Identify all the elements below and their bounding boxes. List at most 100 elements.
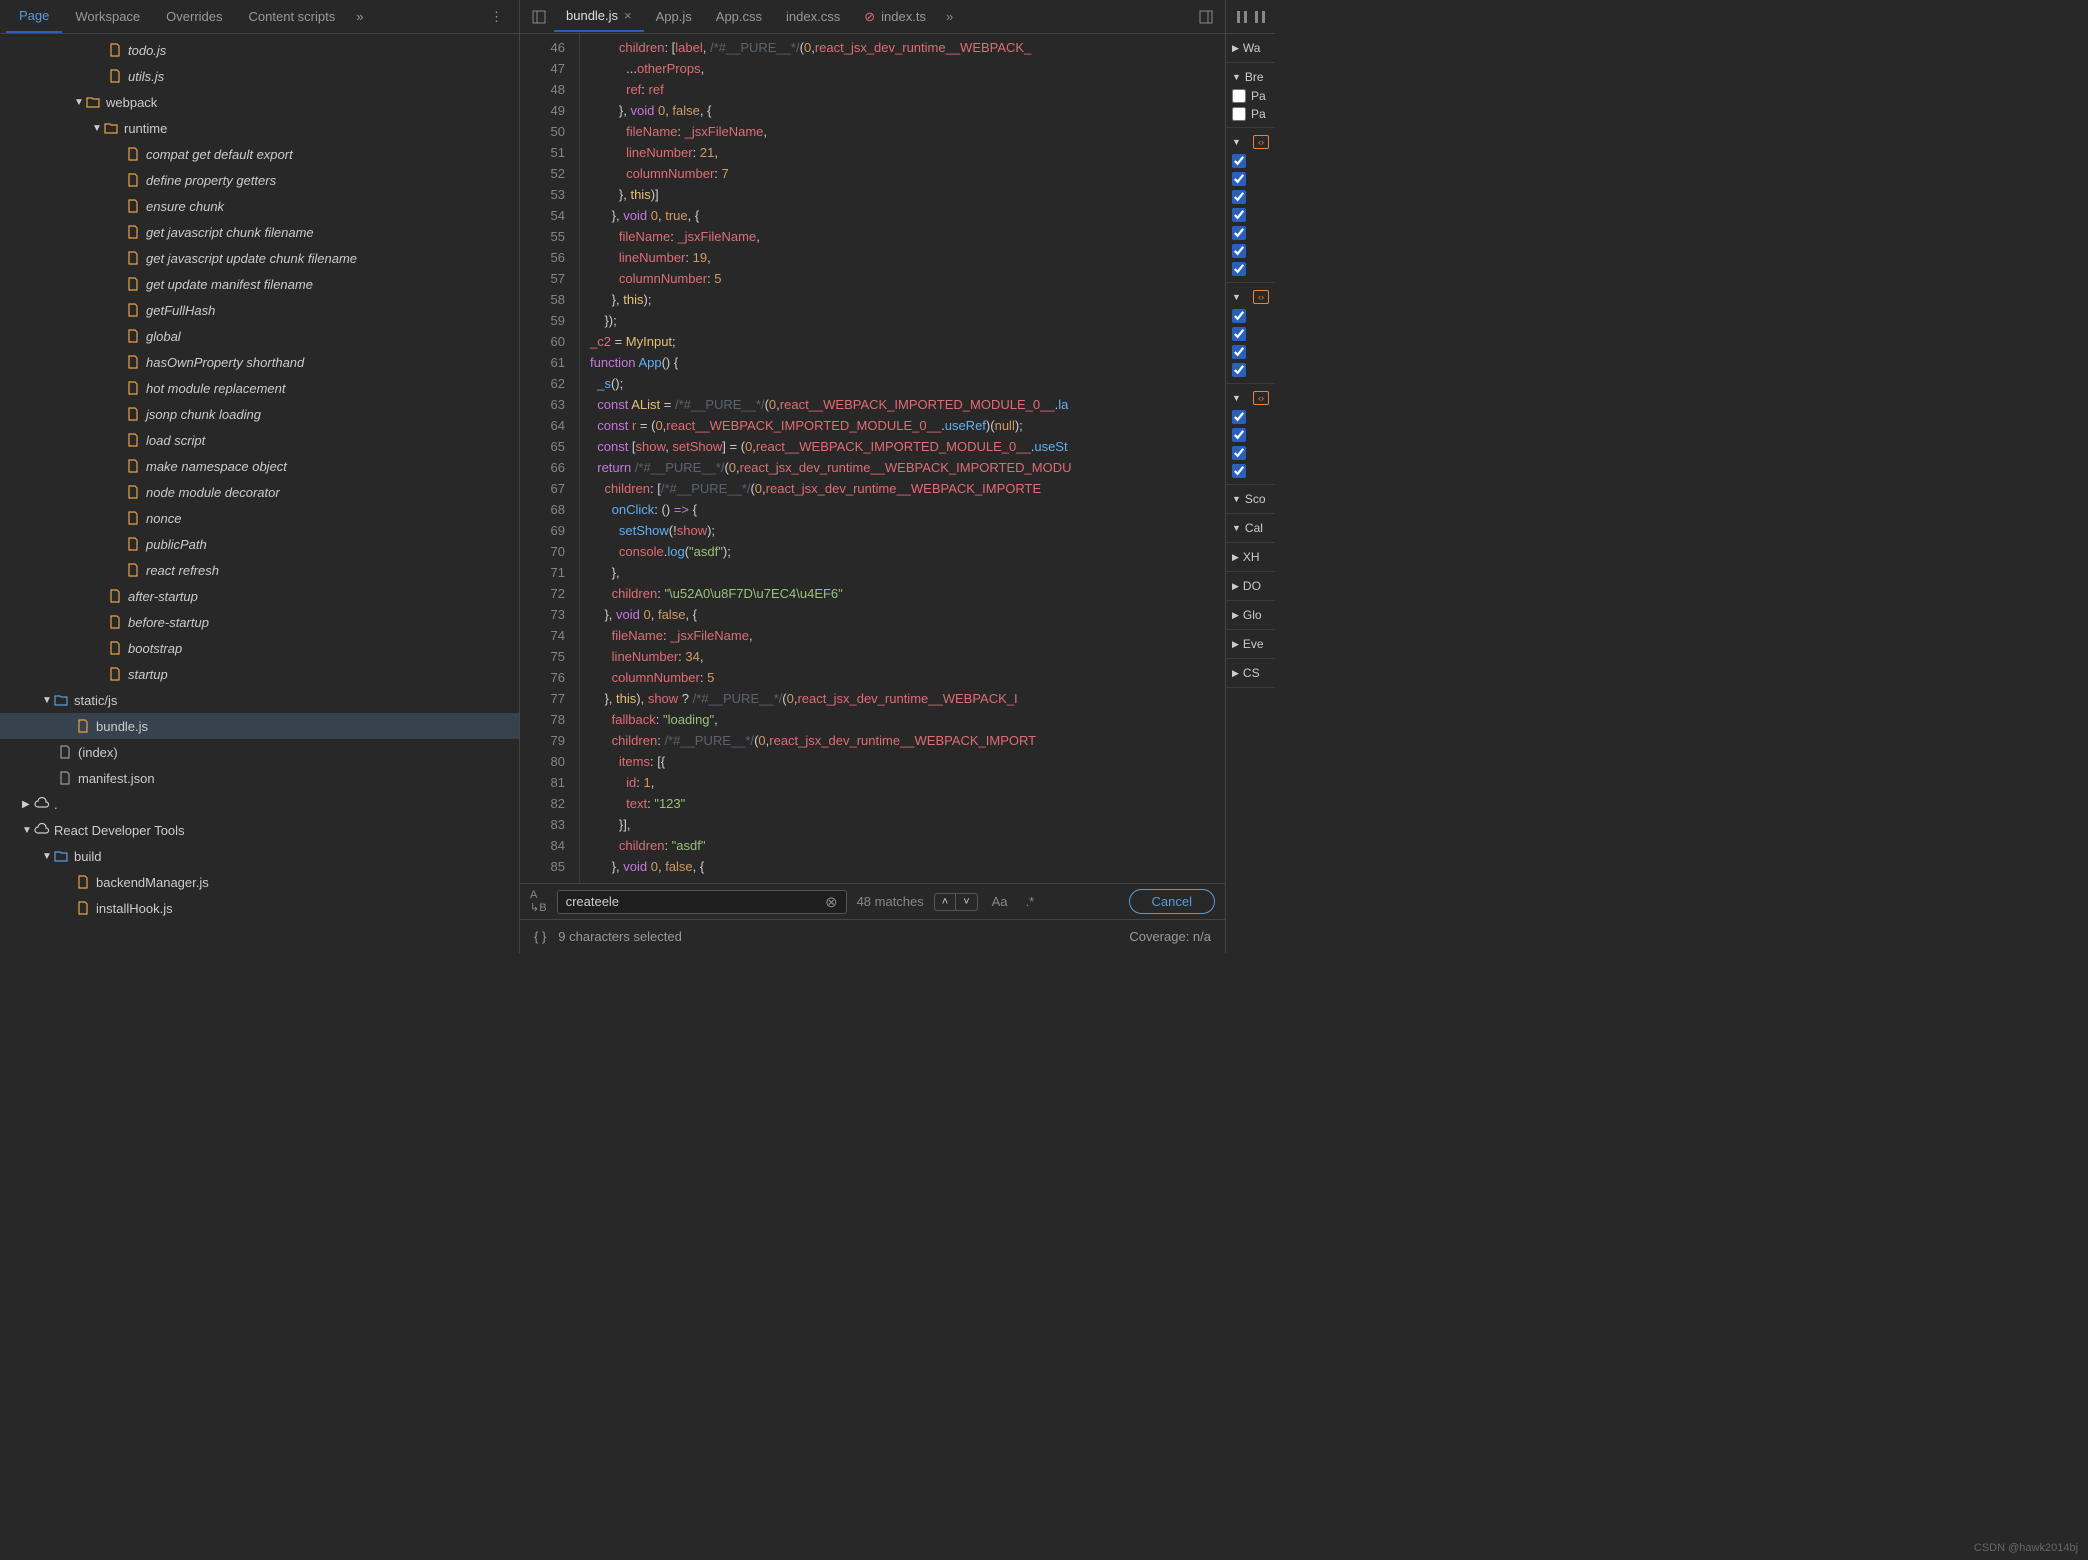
debugger-section[interactable]: ▶DO <box>1226 572 1275 601</box>
search-replace-icon[interactable]: A↳B <box>530 889 547 914</box>
checkbox-row[interactable] <box>1232 206 1269 224</box>
tree-item[interactable]: react refresh <box>0 557 519 583</box>
tree-item[interactable]: installHook.js <box>0 895 519 921</box>
checkbox-row[interactable] <box>1232 307 1269 325</box>
editor-tab[interactable]: bundle.js× <box>554 1 644 32</box>
tree-item[interactable]: utils.js <box>0 63 519 89</box>
tree-item[interactable]: (index) <box>0 739 519 765</box>
checkbox[interactable] <box>1232 428 1246 442</box>
tree-item[interactable]: ▶. <box>0 791 519 817</box>
code-editor[interactable]: 4647484950515253545556575859606162636465… <box>520 34 1225 883</box>
section-arrow-icon[interactable]: ▶ <box>1232 610 1239 621</box>
checkbox-row[interactable] <box>1232 325 1269 343</box>
checkbox[interactable] <box>1232 89 1246 103</box>
search-cancel-button[interactable]: Cancel <box>1129 889 1215 914</box>
section-arrow-icon[interactable]: ▼ <box>1232 72 1241 82</box>
checkbox[interactable] <box>1232 190 1246 204</box>
checkbox[interactable] <box>1232 244 1246 258</box>
debugger-section[interactable]: ▼‹› <box>1226 384 1275 485</box>
tree-item[interactable]: jsonp chunk loading <box>0 401 519 427</box>
section-arrow-icon[interactable]: ▼ <box>1232 393 1241 403</box>
checkbox-row[interactable] <box>1232 260 1269 278</box>
section-arrow-icon[interactable]: ▶ <box>1232 639 1239 650</box>
checkbox[interactable] <box>1232 410 1246 424</box>
nav-menu-icon[interactable]: ⋮ <box>480 9 513 25</box>
editor-tab[interactable]: App.js <box>644 1 704 32</box>
checkbox[interactable] <box>1232 309 1246 323</box>
checkbox-row[interactable] <box>1232 242 1269 260</box>
tree-item[interactable]: load script <box>0 427 519 453</box>
checkbox-row[interactable] <box>1232 361 1269 379</box>
debugger-section[interactable]: ▼‹› <box>1226 283 1275 384</box>
checkbox-row[interactable] <box>1232 188 1269 206</box>
tree-item[interactable]: bootstrap <box>0 635 519 661</box>
tree-item[interactable]: before-startup <box>0 609 519 635</box>
tree-arrow-icon[interactable]: ▼ <box>22 825 32 836</box>
search-prev-icon[interactable]: ˄ <box>935 894 956 910</box>
debugger-section[interactable]: ▶Glo <box>1226 601 1275 630</box>
search-regex-toggle[interactable]: .* <box>1022 894 1039 909</box>
checkbox-row[interactable] <box>1232 343 1269 361</box>
tree-item[interactable]: get javascript update chunk filename <box>0 245 519 271</box>
checkbox[interactable] <box>1232 262 1246 276</box>
pause-icon[interactable] <box>1236 10 1248 24</box>
tree-item[interactable]: get javascript chunk filename <box>0 219 519 245</box>
nav-tab-page[interactable]: Page <box>6 0 62 33</box>
checkbox-row[interactable] <box>1232 462 1269 480</box>
toggle-navigator-icon[interactable] <box>524 10 554 24</box>
checkbox[interactable] <box>1232 327 1246 341</box>
pause-icon-2[interactable] <box>1254 10 1266 24</box>
toggle-debugger-icon[interactable] <box>1191 10 1221 24</box>
editor-tab[interactable]: index.css <box>774 1 852 32</box>
checkbox-row[interactable] <box>1232 426 1269 444</box>
search-clear-icon[interactable]: ⊗ <box>825 893 838 911</box>
checkbox[interactable] <box>1232 154 1246 168</box>
nav-tab-contentscripts[interactable]: Content scripts <box>236 1 349 32</box>
checkbox-row[interactable] <box>1232 224 1269 242</box>
tree-arrow-icon[interactable]: ▼ <box>42 695 52 706</box>
nav-tabs-more-icon[interactable]: » <box>348 9 371 24</box>
checkbox-row[interactable] <box>1232 444 1269 462</box>
search-input[interactable] <box>566 894 825 909</box>
tree-item[interactable]: hot module replacement <box>0 375 519 401</box>
checkbox-row[interactable]: Pa <box>1232 87 1269 105</box>
checkbox[interactable] <box>1232 208 1246 222</box>
tree-item[interactable]: hasOwnProperty shorthand <box>0 349 519 375</box>
section-arrow-icon[interactable]: ▼ <box>1232 137 1241 147</box>
tree-item[interactable]: ▼static/js <box>0 687 519 713</box>
debugger-section[interactable]: ▼BrePaPa <box>1226 63 1275 128</box>
checkbox[interactable] <box>1232 107 1246 121</box>
debugger-section[interactable]: ▶XH <box>1226 543 1275 572</box>
search-next-icon[interactable]: ˅ <box>956 894 976 910</box>
debugger-section[interactable]: ▼Sco <box>1226 485 1275 514</box>
tree-item[interactable]: ▼React Developer Tools <box>0 817 519 843</box>
tree-item[interactable]: todo.js <box>0 37 519 63</box>
tree-item[interactable]: backendManager.js <box>0 869 519 895</box>
section-arrow-icon[interactable]: ▶ <box>1232 581 1239 592</box>
checkbox-row[interactable] <box>1232 170 1269 188</box>
tree-item[interactable]: ▼webpack <box>0 89 519 115</box>
tree-arrow-icon[interactable]: ▼ <box>42 851 52 862</box>
checkbox[interactable] <box>1232 226 1246 240</box>
tree-item[interactable]: publicPath <box>0 531 519 557</box>
tree-item[interactable]: nonce <box>0 505 519 531</box>
section-arrow-icon[interactable]: ▶ <box>1232 43 1239 54</box>
section-arrow-icon[interactable]: ▼ <box>1232 494 1241 504</box>
editor-tab[interactable]: App.css <box>704 1 774 32</box>
section-arrow-icon[interactable]: ▼ <box>1232 523 1241 533</box>
search-case-toggle[interactable]: Aa <box>988 894 1012 909</box>
section-arrow-icon[interactable]: ▶ <box>1232 552 1239 563</box>
tree-item[interactable]: global <box>0 323 519 349</box>
section-arrow-icon[interactable]: ▶ <box>1232 668 1239 679</box>
tree-item[interactable]: get update manifest filename <box>0 271 519 297</box>
checkbox[interactable] <box>1232 345 1246 359</box>
section-arrow-icon[interactable]: ▼ <box>1232 292 1241 302</box>
tree-item[interactable]: make namespace object <box>0 453 519 479</box>
tree-item[interactable]: ▼runtime <box>0 115 519 141</box>
tree-item[interactable]: define property getters <box>0 167 519 193</box>
checkbox-row[interactable] <box>1232 152 1269 170</box>
nav-tab-overrides[interactable]: Overrides <box>153 1 235 32</box>
tree-item[interactable]: after-startup <box>0 583 519 609</box>
checkbox[interactable] <box>1232 464 1246 478</box>
checkbox[interactable] <box>1232 363 1246 377</box>
